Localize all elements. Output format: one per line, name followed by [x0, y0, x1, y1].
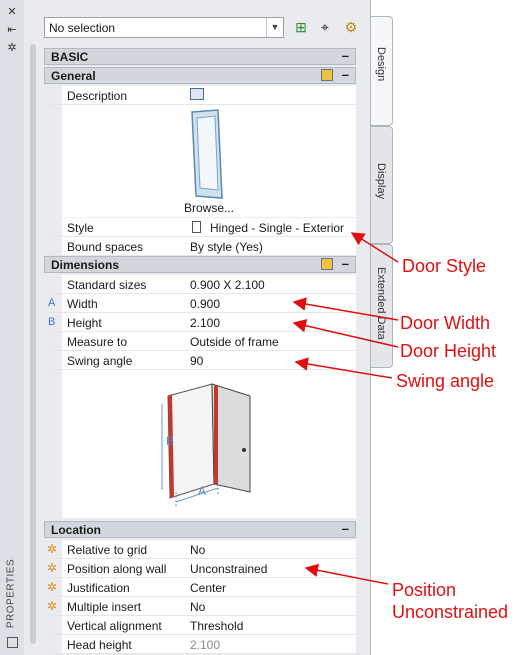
arrow-swing-angle — [294, 357, 393, 379]
annotation-door-style: Door Style — [402, 256, 487, 276]
arrow-door-height — [292, 319, 399, 348]
annotation-position: Position — [392, 580, 457, 600]
arrow-door-style — [350, 232, 399, 263]
arrow-position — [304, 563, 389, 585]
annotation-swing-angle: Swing angle — [396, 371, 495, 391]
annotation-door-height: Door Height — [400, 341, 497, 361]
annotation-unconstrained: Unconstrained — [392, 602, 509, 622]
arrow-door-width — [292, 297, 399, 321]
annotation-door-width: Door Width — [400, 313, 491, 333]
